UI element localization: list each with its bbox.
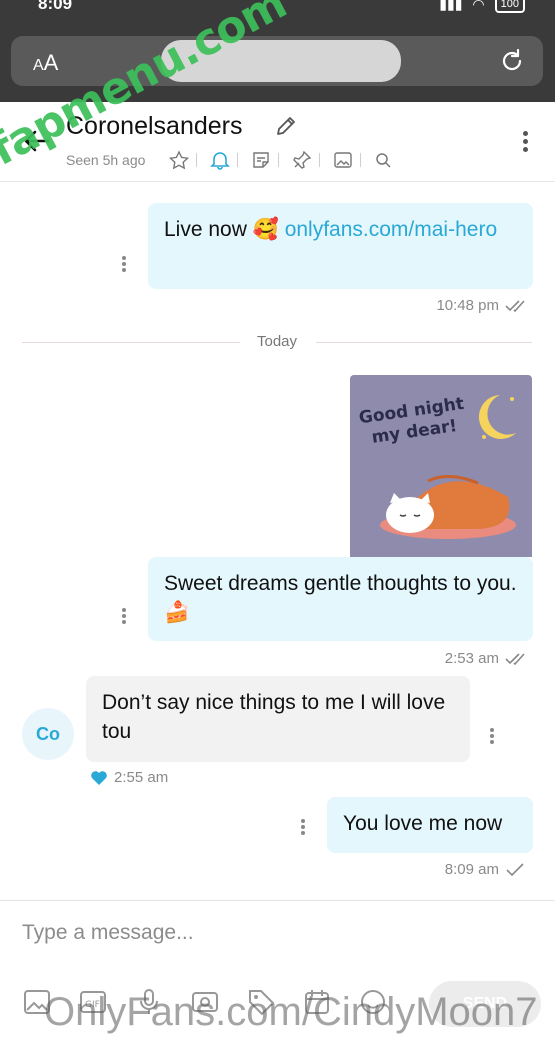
star-icon[interactable]: [168, 150, 190, 170]
search-icon[interactable]: [373, 150, 395, 170]
chat-header-actions: [168, 150, 407, 170]
more-options-icon[interactable]: [521, 128, 529, 156]
note-icon[interactable]: [250, 150, 272, 170]
double-check-icon: [505, 652, 525, 665]
message-bubble-incoming[interactable]: Don’t say nice things to me I will love …: [86, 676, 470, 762]
message-meta: 2:53 am: [445, 650, 529, 667]
message-options-icon[interactable]: [488, 726, 496, 746]
message-options-icon[interactable]: [299, 817, 307, 837]
check-icon: [506, 862, 524, 876]
heart-icon[interactable]: [90, 770, 108, 786]
status-time: 8:09: [38, 0, 73, 13]
message-time: 2:55 am: [114, 769, 169, 786]
message-meta: 8:09 am: [445, 861, 525, 878]
sticker-image[interactable]: Good night my dear!: [350, 375, 532, 557]
signal-icon: ▮▮▮: [439, 0, 463, 12]
message-time: 10:48 pm: [436, 297, 499, 314]
sticker-text: Good night my dear!: [357, 393, 466, 448]
battery-icon: 100: [494, 0, 525, 13]
message-options-icon[interactable]: [120, 254, 128, 274]
message-options-icon[interactable]: [120, 606, 128, 626]
bell-icon[interactable]: [209, 150, 231, 170]
day-divider: Today: [257, 333, 298, 350]
wifi-icon: ◠: [472, 0, 485, 12]
message-link[interactable]: onlyfans.com/mai-hero: [285, 218, 497, 241]
last-seen: Seen 5h ago: [66, 152, 146, 168]
message-bubble-outgoing[interactable]: You love me now: [327, 797, 533, 853]
pin-icon[interactable]: [291, 150, 313, 170]
avatar[interactable]: Co: [22, 708, 74, 760]
message-time: 8:09 am: [444, 861, 499, 878]
watermark-bottom: OnlyFans.com/CindyMoon7: [44, 990, 538, 1034]
sleeping-cat-icon: [380, 475, 516, 539]
message-input[interactable]: Type a message...: [22, 921, 522, 951]
pencil-icon[interactable]: [274, 114, 298, 138]
message-bubble-outgoing[interactable]: Sweet dreams gentle thoughts to you. 🍰: [148, 557, 533, 641]
image-icon[interactable]: [332, 150, 354, 170]
message-meta: 10:48 pm: [436, 297, 529, 314]
message-meta: 2:55 am: [90, 769, 168, 786]
message-time: 2:53 am: [444, 650, 499, 667]
moon-icon: [478, 395, 516, 439]
reload-icon[interactable]: [499, 48, 525, 74]
message-bubble-outgoing[interactable]: Live now 🥰 onlyfans.com/mai-hero: [148, 203, 533, 289]
double-check-icon: [505, 299, 525, 312]
text-size-button[interactable]: AA: [33, 50, 58, 76]
